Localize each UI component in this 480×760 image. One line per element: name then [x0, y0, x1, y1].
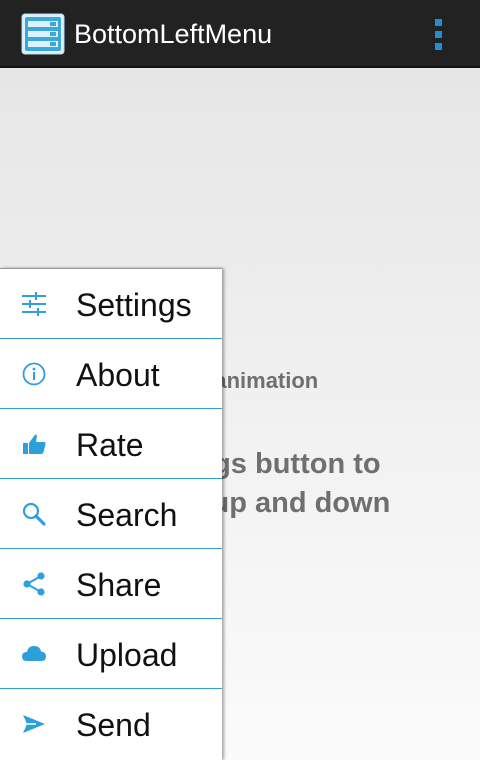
action-bar: BottomLeftMenu — [0, 0, 480, 68]
menu-item-label: Rate — [76, 427, 144, 463]
menu-item-rate[interactable]: Rate — [0, 409, 222, 479]
menu-item-share[interactable]: Share — [0, 549, 222, 619]
send-icon — [23, 715, 45, 733]
menu-item-label: Upload — [76, 637, 178, 673]
menu-item-send[interactable]: Send — [0, 689, 222, 759]
menu-item-label: Search — [76, 497, 178, 533]
menu-item-label: Share — [76, 567, 162, 603]
menu-item-search[interactable]: Search — [0, 479, 222, 549]
sliders-icon — [22, 292, 46, 316]
cloud-icon — [22, 646, 46, 661]
menu-item-settings[interactable]: Settings — [0, 269, 222, 339]
menu-item-label: Send — [76, 707, 151, 743]
thumbs-up-icon — [23, 434, 46, 454]
menu-item-upload[interactable]: Upload — [0, 619, 222, 689]
menu-item-label: Settings — [76, 287, 192, 323]
menu-list-icon[interactable] — [21, 13, 65, 55]
share-icon — [23, 572, 45, 596]
app-title: BottomLeftMenu — [74, 19, 273, 49]
overflow-menu-icon[interactable] — [424, 16, 454, 52]
search-icon — [22, 502, 46, 526]
menu-item-about[interactable]: About — [0, 339, 222, 409]
bottom-left-menu: Settings About Rate Search Share Upload … — [0, 268, 222, 760]
info-icon — [22, 362, 46, 386]
menu-item-label: About — [76, 357, 160, 393]
